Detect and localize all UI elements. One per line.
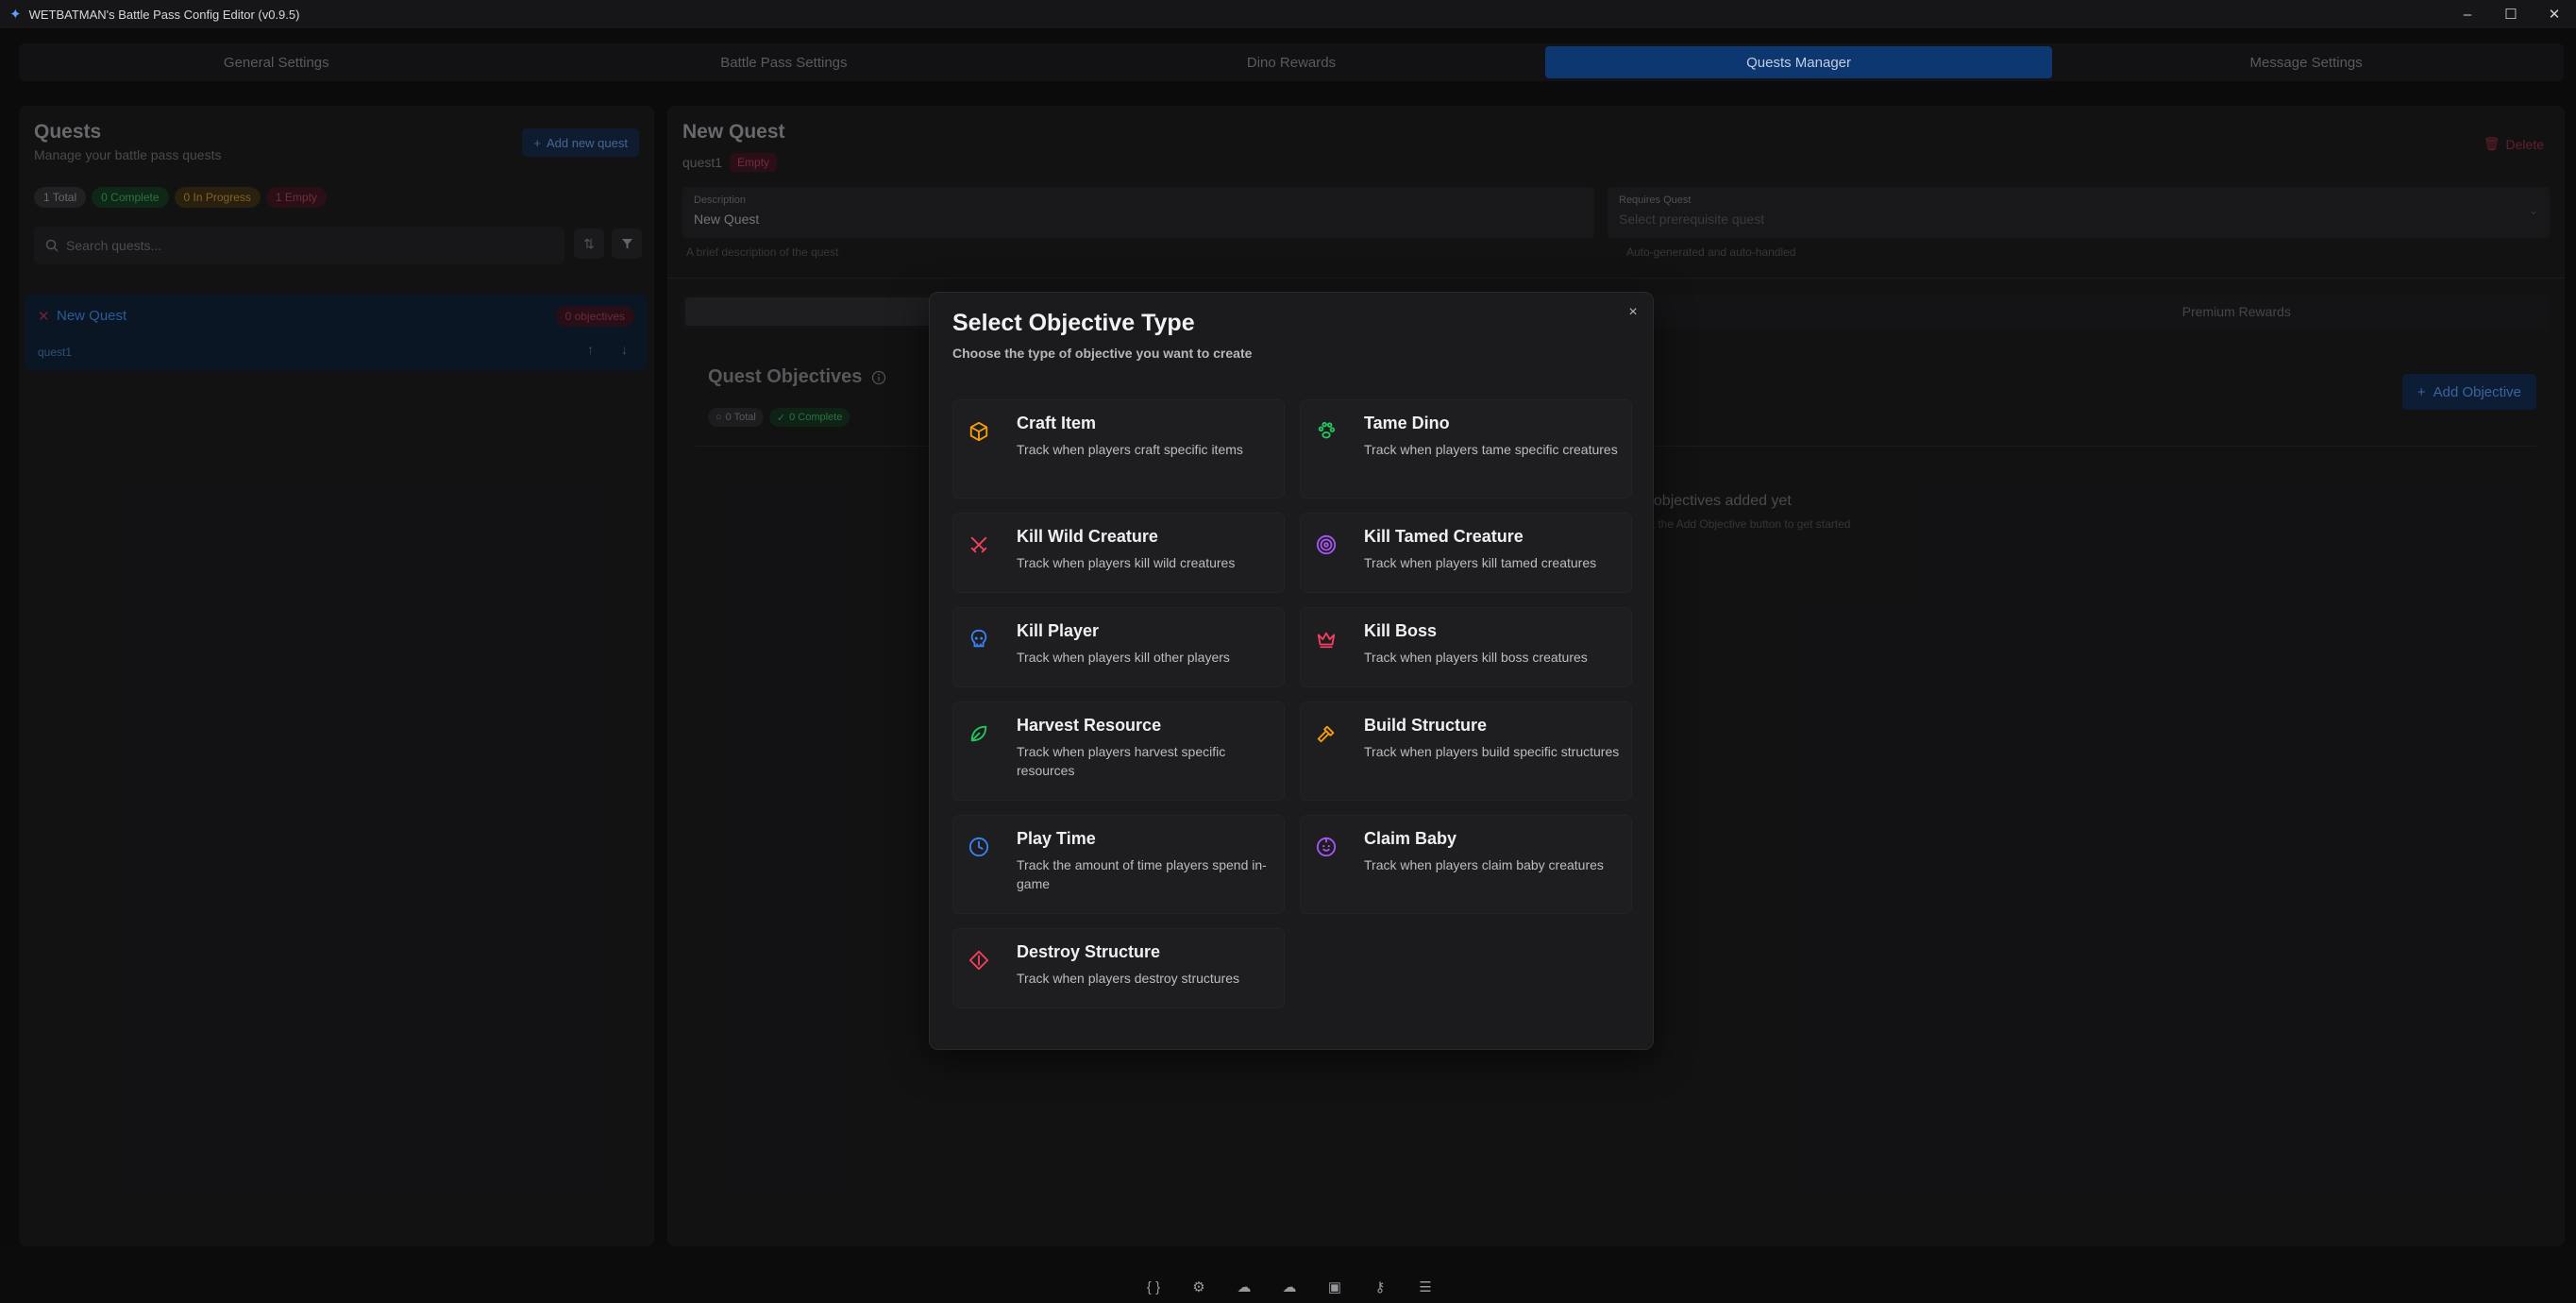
modal-title: Select Objective Type	[952, 310, 1195, 336]
save-icon[interactable]: ▣	[1323, 1277, 1346, 1297]
search-list-icon[interactable]: ☰	[1414, 1277, 1437, 1297]
box-icon	[969, 421, 988, 442]
objective-kill-boss[interactable]: Kill Boss Track when players kill boss c…	[1300, 607, 1632, 687]
objective-description: Track when players kill other players	[1017, 650, 1230, 665]
objective-build-structure[interactable]: Build Structure Track when players build…	[1300, 702, 1632, 801]
objective-name: Build Structure	[1364, 716, 1488, 735]
objective-destroy-structure[interactable]: Destroy Structure Track when players des…	[952, 928, 1285, 1008]
objective-name: Claim Baby	[1364, 829, 1457, 848]
window-title: WETBATMAN's Battle Pass Config Editor (v…	[28, 7, 300, 22]
objective-description: Track the amount of time players spend i…	[1017, 857, 1267, 891]
target-icon	[1316, 534, 1337, 555]
gear-icon[interactable]: ⚙	[1187, 1277, 1210, 1297]
objective-name: Destroy Structure	[1017, 942, 1161, 961]
objective-name: Kill Boss	[1364, 621, 1438, 640]
objective-kill-tamed-creature[interactable]: Kill Tamed Creature Track when players k…	[1300, 513, 1632, 593]
objective-name: Kill Tamed Creature	[1364, 527, 1524, 546]
skull-icon	[970, 629, 987, 648]
objective-craft-item[interactable]: Craft Item Track when players craft spec…	[952, 399, 1285, 499]
objective-description: Track when players harvest specific reso…	[1017, 744, 1226, 778]
objective-play-time[interactable]: Play Time Track the amount of time playe…	[952, 815, 1285, 914]
paw-icon	[1318, 421, 1336, 439]
objective-name: Kill Player	[1017, 621, 1100, 640]
bottom-toolbar: { } ⚙ ☁ ☁ ▣ ⚷ ☰	[1142, 1277, 1437, 1297]
objective-description: Track when players kill wild creatures	[1017, 555, 1236, 570]
objective-description: Track when players claim baby creatures	[1364, 857, 1604, 872]
baby-icon	[1316, 837, 1337, 857]
crown-icon	[1317, 632, 1336, 649]
close-icon[interactable]: ×	[1623, 302, 1643, 323]
objective-harvest-resource[interactable]: Harvest Resource Track when players harv…	[952, 702, 1285, 801]
objective-name: Craft Item	[1017, 414, 1097, 432]
objective-name: Kill Wild Creature	[1017, 527, 1158, 546]
minimize-button[interactable]: –	[2446, 0, 2489, 28]
objective-name: Tame Dino	[1364, 414, 1450, 432]
window-controls: – ☐ ✕	[2446, 0, 2576, 28]
leaf-icon	[970, 725, 987, 742]
clock-icon	[968, 837, 989, 857]
app-logo-icon: ✦	[9, 7, 22, 23]
objective-description: Track when players build specific struct…	[1364, 744, 1620, 759]
objective-kill-wild-creature[interactable]: Kill Wild Creature Track when players ki…	[952, 513, 1285, 593]
cloud-download-icon[interactable]: ☁	[1278, 1277, 1301, 1297]
objective-tame-dino[interactable]: Tame Dino Track when players tame specif…	[1300, 399, 1632, 499]
diamond-alert-icon	[968, 950, 989, 971]
objective-kill-player[interactable]: Kill Player Track when players kill othe…	[952, 607, 1285, 687]
objective-description: Track when players kill boss creatures	[1364, 650, 1588, 665]
select-objective-modal: × Select Objective Type Choose the type …	[929, 292, 1654, 1050]
title-bar: ✦ WETBATMAN's Battle Pass Config Editor …	[0, 0, 2576, 28]
objective-claim-baby[interactable]: Claim Baby Track when players claim baby…	[1300, 815, 1632, 914]
swords-icon	[970, 536, 987, 553]
objective-description: Track when players destroy structures	[1017, 971, 1240, 986]
objective-name: Play Time	[1017, 829, 1096, 848]
hammer-icon	[1317, 725, 1335, 743]
objective-name: Harvest Resource	[1017, 716, 1162, 735]
cloud-upload-icon[interactable]: ☁	[1233, 1277, 1255, 1297]
objective-description: Track when players kill tamed creatures	[1364, 555, 1597, 570]
modal-subtitle: Choose the type of objective you want to…	[952, 346, 1253, 361]
close-window-button[interactable]: ✕	[2533, 0, 2576, 28]
objective-description: Track when players tame specific creatur…	[1364, 442, 1618, 457]
braces-icon[interactable]: { }	[1142, 1277, 1165, 1297]
objective-description: Track when players craft specific items	[1017, 442, 1243, 457]
key-icon[interactable]: ⚷	[1369, 1277, 1391, 1297]
maximize-button[interactable]: ☐	[2489, 0, 2533, 28]
